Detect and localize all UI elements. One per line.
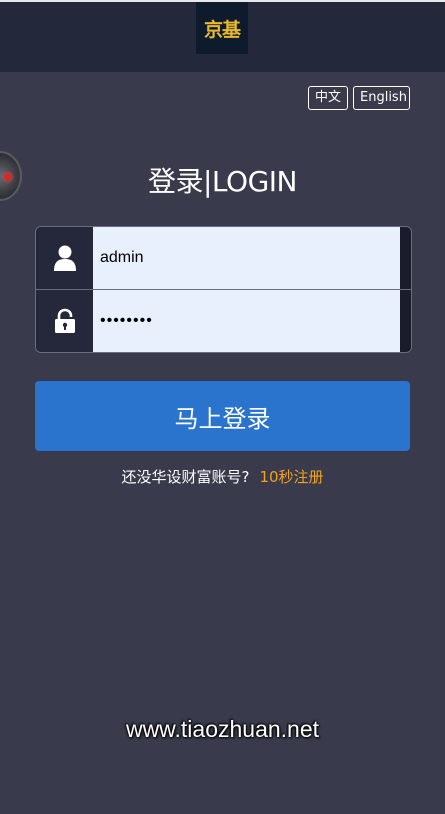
logo-text: 京基 [203,18,241,41]
language-english-button[interactable]: English [353,86,410,110]
watermark-text: www.tiaozhuan.net [125,716,320,742]
register-question: 还没华设财富账号? [121,468,250,486]
register-prompt: 还没华设财富账号? 10秒注册 [0,466,445,487]
password-field-edge [400,290,411,352]
lock-icon [36,290,93,352]
login-submit-button[interactable]: 马上登录 [35,381,410,451]
username-row [36,227,411,289]
username-field-edge [400,227,411,289]
register-link[interactable]: 10秒注册 [259,468,323,486]
login-form [35,226,412,353]
password-input[interactable] [93,290,400,352]
logo: 京基 [196,2,248,54]
username-input[interactable] [93,227,400,289]
language-chinese-button[interactable]: 中文 [308,86,348,110]
password-row [36,290,411,352]
header-bar: 京基 [0,2,445,72]
user-icon [36,227,93,289]
page-title: 登录|LOGIN [148,165,297,198]
